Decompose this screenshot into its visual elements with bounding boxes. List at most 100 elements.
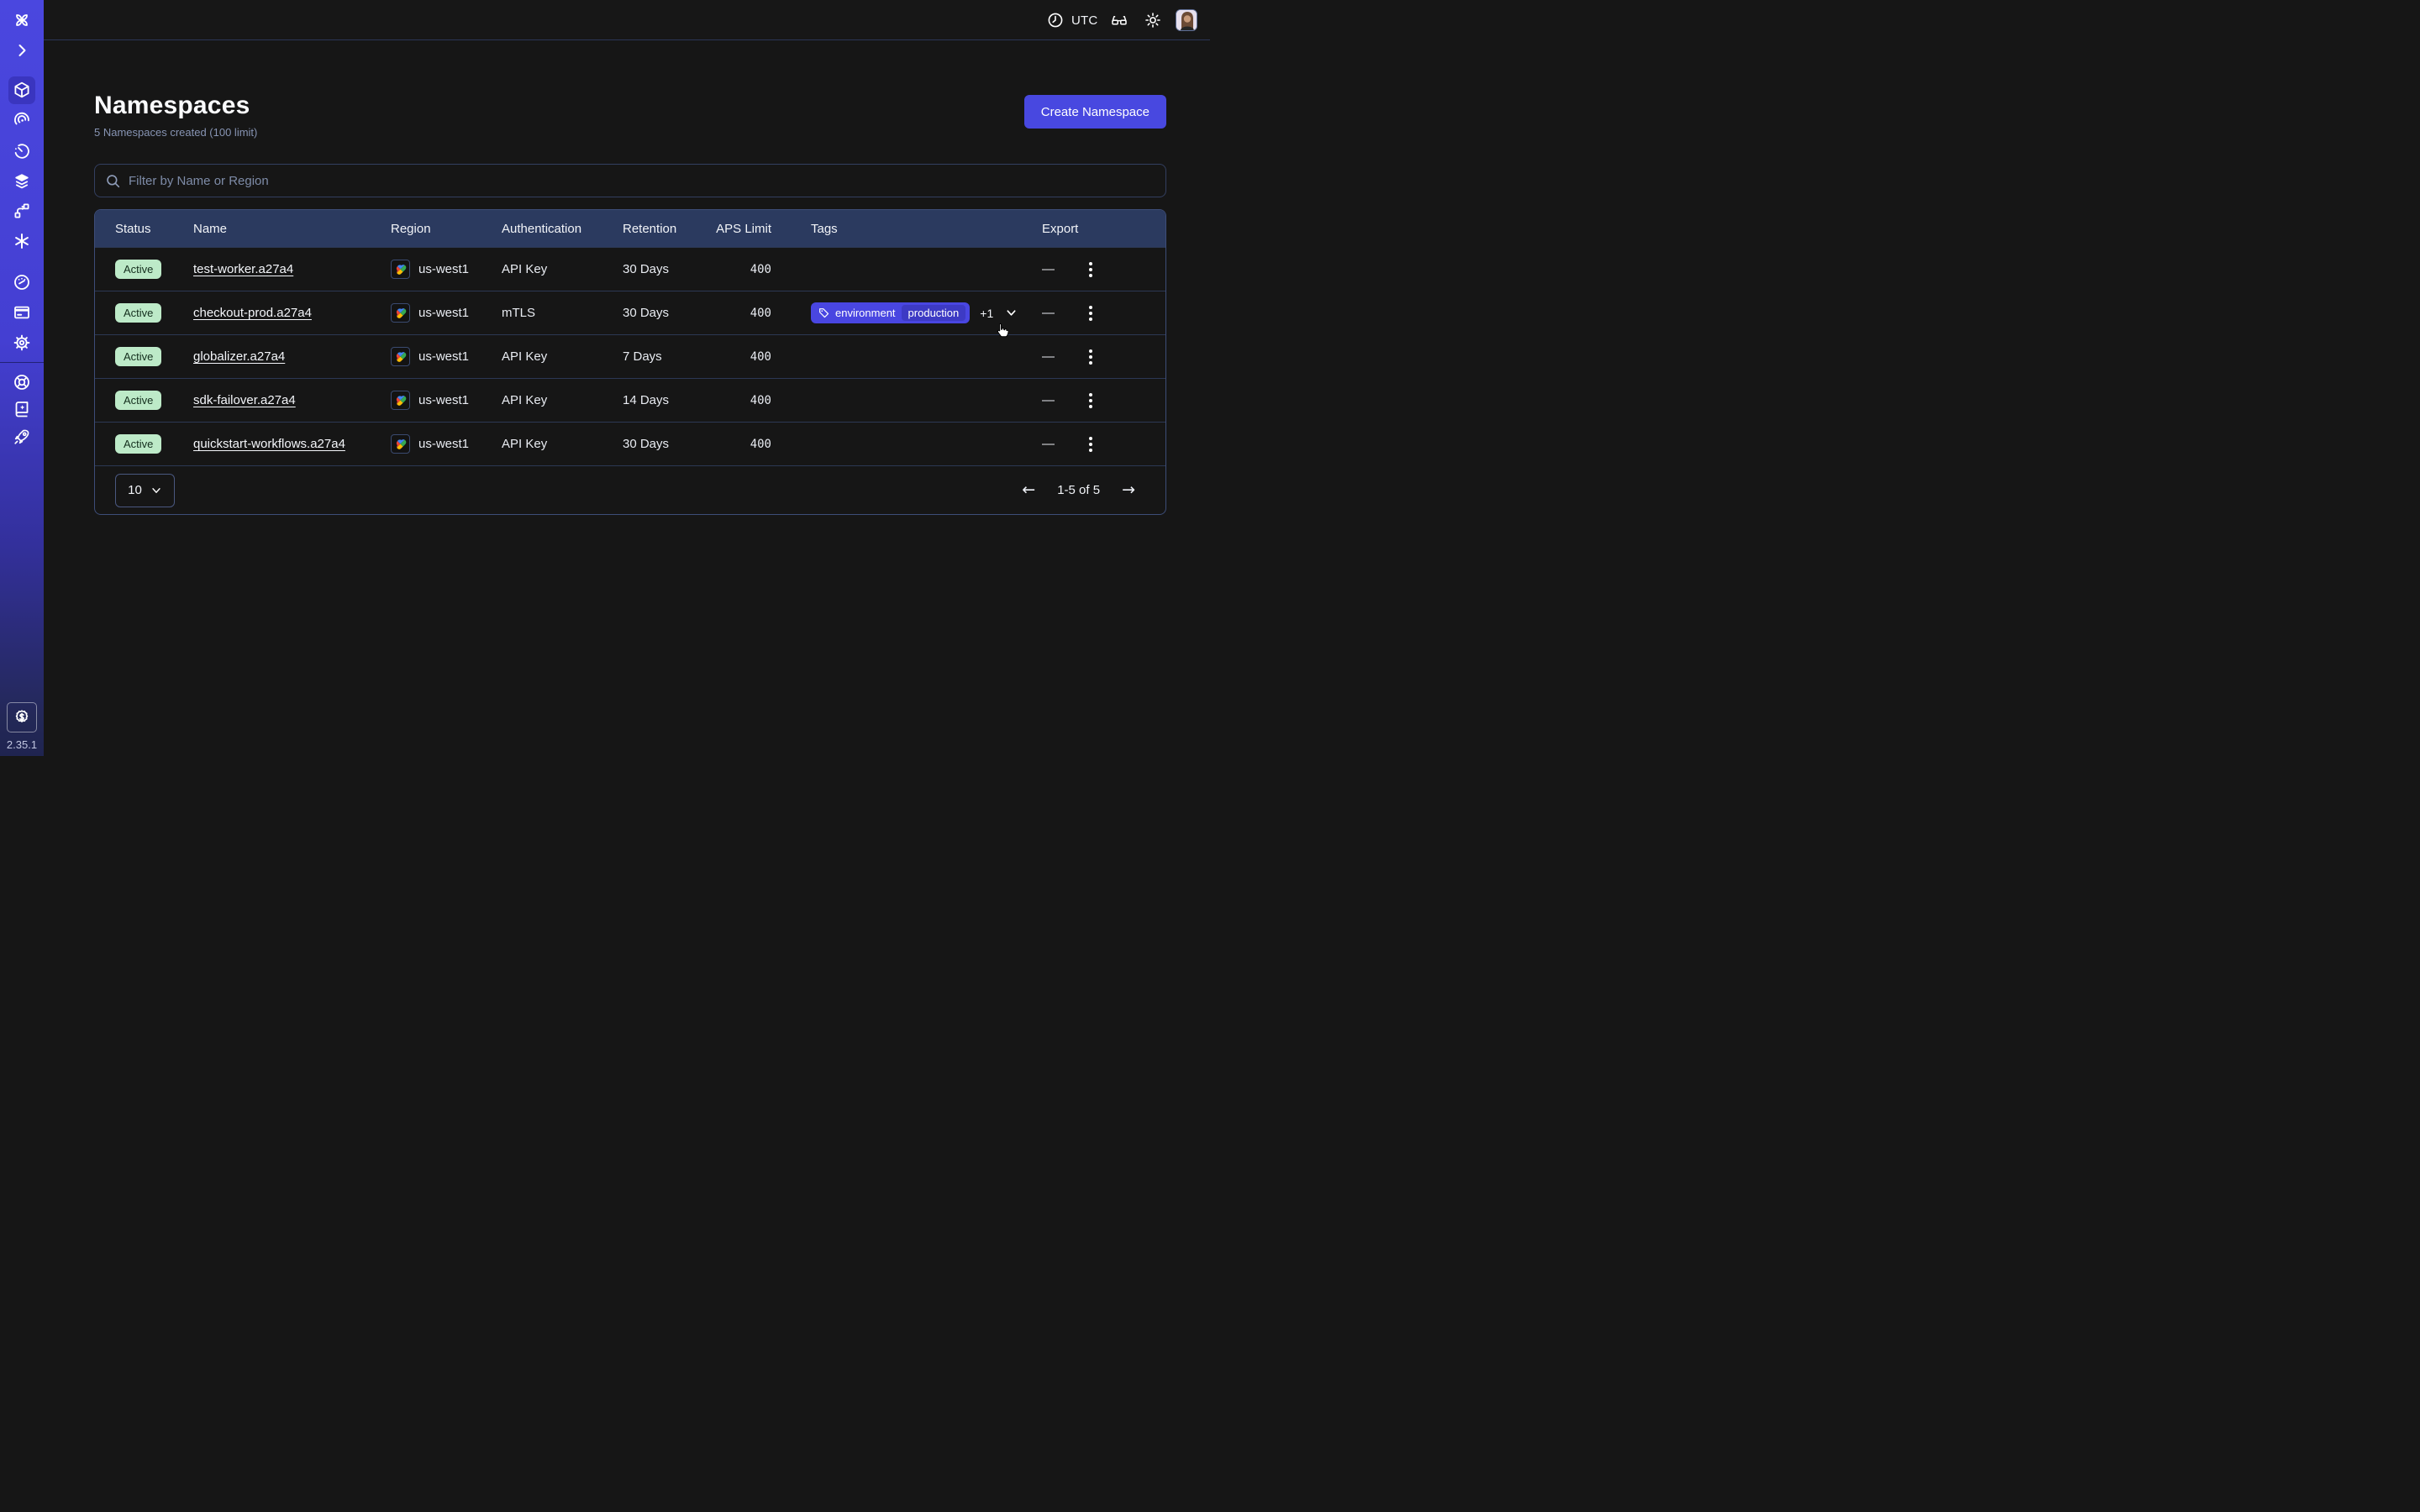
namespace-link[interactable]: quickstart-workflows.a27a4	[193, 437, 345, 451]
getting-started-rocket-icon[interactable]	[13, 428, 31, 446]
namespace-link[interactable]: sdk-failover.a27a4	[193, 393, 296, 407]
schedules-timer-icon[interactable]	[13, 142, 31, 160]
region-label: us-west1	[418, 262, 469, 276]
col-name: Name	[193, 222, 391, 236]
create-namespace-button[interactable]: Create Namespace	[1024, 95, 1166, 129]
sidebar-divider	[0, 362, 44, 363]
billing-card-icon[interactable]	[13, 303, 31, 322]
col-export: Export	[1042, 222, 1084, 236]
col-retention: Retention	[623, 222, 715, 236]
next-page-arrow[interactable]: →	[1122, 482, 1135, 498]
row-menu-kebab-icon[interactable]	[1081, 432, 1101, 457]
glasses-icon[interactable]	[1111, 12, 1128, 29]
gcp-cloud-icon	[391, 391, 410, 410]
retention-value: 30 Days	[623, 437, 715, 451]
auth-value: API Key	[502, 437, 623, 451]
export-value: —	[1042, 349, 1084, 364]
workflows-spiral-icon[interactable]	[13, 111, 31, 129]
export-value: —	[1042, 306, 1084, 320]
clock-icon	[1047, 12, 1064, 29]
status-badge: Active	[115, 260, 161, 279]
table-row: Active checkout-prod.a27a4 us-west1 mTLS…	[95, 291, 1165, 334]
main-content: Namespaces 5 Namespaces created (100 lim…	[44, 41, 1210, 756]
namespace-link[interactable]: checkout-prod.a27a4	[193, 306, 312, 320]
namespaces-table: Status Name Region Authentication Retent…	[94, 209, 1166, 515]
tags-expand-chevron-down-icon[interactable]	[1003, 305, 1019, 321]
deployments-branch-icon[interactable]	[13, 202, 31, 220]
chevron-right-icon[interactable]	[13, 41, 31, 60]
table-footer: 10 ← 1-5 of 5 →	[95, 465, 1165, 514]
timezone-label: UTC	[1071, 13, 1097, 28]
gcp-cloud-icon	[391, 260, 410, 279]
temporal-logo-icon[interactable]	[13, 11, 31, 29]
docs-book-icon[interactable]	[13, 400, 31, 418]
usage-gauge-icon[interactable]	[13, 273, 31, 291]
region-label: us-west1	[418, 306, 469, 320]
pricing-dollar-icon[interactable]	[7, 702, 37, 732]
table-row: Active quickstart-workflows.a27a4 us-wes…	[95, 422, 1165, 465]
export-value: —	[1042, 393, 1084, 407]
region-label: us-west1	[418, 349, 469, 364]
gcp-cloud-icon	[391, 303, 410, 323]
export-value: —	[1042, 262, 1084, 276]
aps-limit-value: 400	[715, 263, 771, 276]
tag-more-count: +1	[980, 307, 993, 320]
row-menu-kebab-icon[interactable]	[1081, 388, 1101, 413]
auth-value: API Key	[502, 393, 623, 407]
stack-layers-icon[interactable]	[13, 172, 31, 191]
col-authentication: Authentication	[502, 222, 623, 236]
status-badge: Active	[115, 391, 161, 410]
status-badge: Active	[115, 347, 161, 366]
avatar[interactable]	[1176, 9, 1197, 31]
table-header-row: Status Name Region Authentication Retent…	[95, 210, 1165, 247]
support-lifebuoy-icon[interactable]	[13, 373, 31, 391]
pagination-range: 1-5 of 5	[1057, 483, 1100, 497]
topbar: UTC	[44, 0, 1210, 40]
app-version: 2.35.1	[0, 738, 44, 751]
aps-limit-value: 400	[715, 438, 771, 451]
prev-page-arrow[interactable]: ←	[1022, 482, 1035, 498]
namespace-link[interactable]: globalizer.a27a4	[193, 349, 285, 364]
row-menu-kebab-icon[interactable]	[1081, 344, 1101, 370]
retention-value: 7 Days	[623, 349, 715, 364]
chevron-down-icon	[150, 485, 162, 496]
col-status: Status	[115, 222, 193, 236]
page-size-select[interactable]: 10	[115, 474, 175, 507]
search-icon	[105, 173, 121, 189]
status-badge: Active	[115, 303, 161, 323]
tag-chip[interactable]: environment production	[811, 302, 970, 323]
tag-value: production	[902, 305, 966, 321]
table-row: Active test-worker.a27a4 us-west1 API Ke…	[95, 247, 1165, 291]
aps-limit-value: 400	[715, 307, 771, 320]
settings-gear-icon[interactable]	[13, 333, 31, 352]
namespace-link[interactable]: test-worker.a27a4	[193, 262, 293, 276]
row-menu-kebab-icon[interactable]	[1081, 257, 1101, 282]
status-badge: Active	[115, 434, 161, 454]
namespaces-cube-icon[interactable]	[13, 81, 31, 99]
auth-value: API Key	[502, 349, 623, 364]
page-title: Namespaces	[94, 92, 257, 120]
retention-value: 30 Days	[623, 306, 715, 320]
table-row: Active sdk-failover.a27a4 us-west1 API K…	[95, 378, 1165, 422]
auth-value: mTLS	[502, 306, 623, 320]
nexus-asterisk-icon[interactable]	[13, 232, 31, 250]
aps-limit-value: 400	[715, 394, 771, 407]
sidebar: 2.35.1	[0, 0, 44, 756]
namespace-count-subtitle: 5 Namespaces created (100 limit)	[94, 126, 257, 139]
col-aps-limit: APS Limit	[715, 222, 771, 236]
gcp-cloud-icon	[391, 347, 410, 366]
region-label: us-west1	[418, 393, 469, 407]
filter-input[interactable]	[129, 174, 1155, 188]
tags-cell: environment production +1	[771, 302, 1042, 323]
filter-bar[interactable]	[94, 164, 1166, 197]
aps-limit-value: 400	[715, 350, 771, 364]
export-value: —	[1042, 437, 1084, 451]
page-size-value: 10	[128, 483, 142, 497]
auth-value: API Key	[502, 262, 623, 276]
row-menu-kebab-icon[interactable]	[1081, 301, 1101, 326]
tag-key: environment	[835, 307, 896, 319]
region-label: us-west1	[418, 437, 469, 451]
sun-icon[interactable]	[1144, 12, 1161, 29]
col-region: Region	[391, 222, 502, 236]
timezone-selector[interactable]: UTC	[1047, 0, 1097, 40]
